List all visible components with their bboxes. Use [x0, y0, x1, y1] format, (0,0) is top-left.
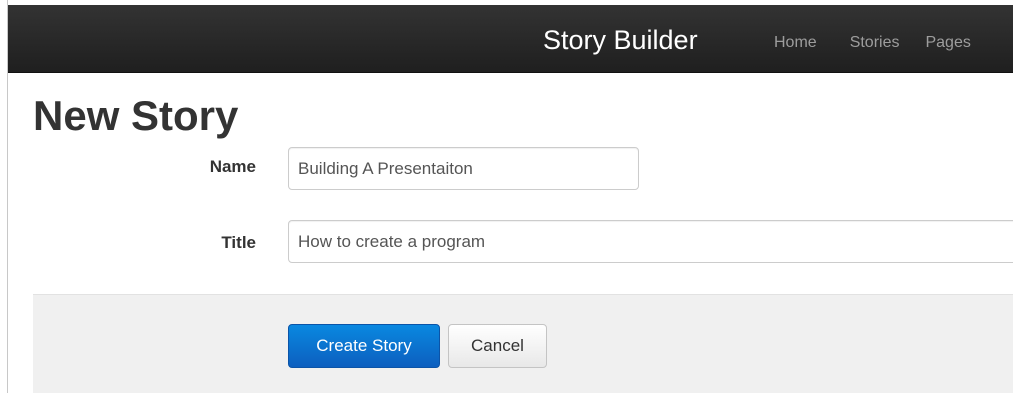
name-input[interactable] [288, 147, 639, 190]
page: Story Builder Home Stories Pages New Sto… [0, 0, 1013, 393]
nav-link-stories[interactable]: Stories [850, 33, 900, 53]
name-label: Name [209, 157, 256, 176]
nav-link-home[interactable]: Home [774, 33, 817, 53]
navbar: Story Builder Home Stories Pages [8, 5, 1013, 73]
nav-links: Home Stories Pages [774, 33, 971, 53]
nav-link-pages[interactable]: Pages [925, 33, 970, 53]
form-actions: Create Story Cancel [33, 294, 1013, 393]
create-story-button[interactable]: Create Story [288, 324, 440, 368]
title-label: Title [221, 233, 256, 252]
brand-link[interactable]: Story Builder [543, 24, 698, 56]
cancel-button[interactable]: Cancel [448, 324, 547, 368]
title-input[interactable] [288, 220, 1013, 263]
page-title: New Story [33, 92, 239, 139]
